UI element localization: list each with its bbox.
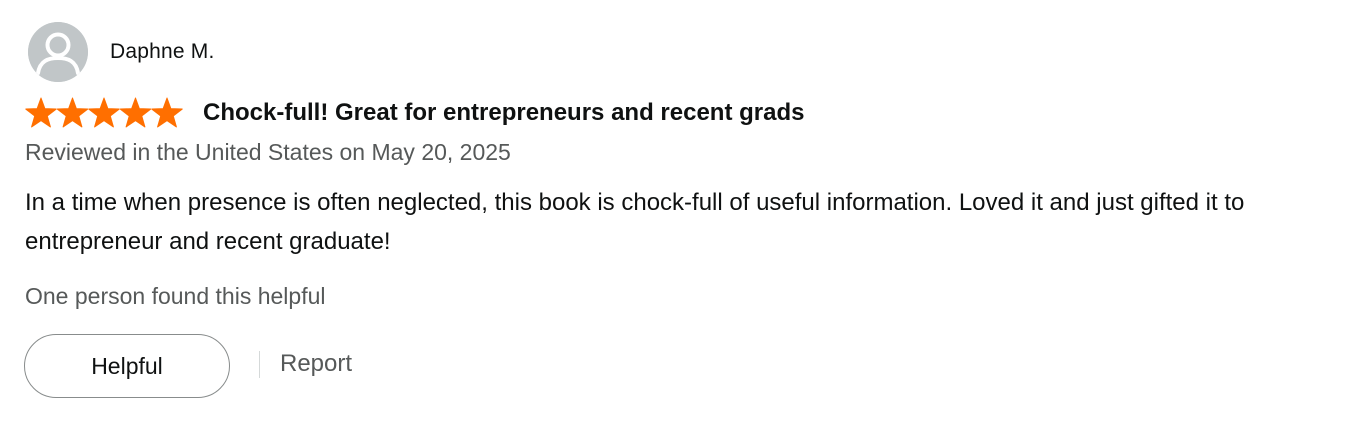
- reviewer-name: Daphne M.: [110, 40, 215, 63]
- review-date: Reviewed in the United States on May 20,…: [25, 139, 511, 165]
- star-icon: [151, 97, 183, 128]
- star-icon: [119, 97, 152, 128]
- customer-review: Daphne M. Chock-full! Great for entrepre…: [0, 0, 1364, 438]
- review-title[interactable]: Chock-full! Great for entrepreneurs and …: [203, 99, 804, 127]
- star-icon: [25, 97, 57, 128]
- star-icon: [56, 97, 89, 128]
- action-divider: [259, 351, 260, 378]
- helpful-button[interactable]: Helpful: [24, 334, 230, 398]
- reviewer-profile[interactable]: Daphne M.: [28, 22, 215, 82]
- star-rating[interactable]: [25, 97, 183, 129]
- helpful-count: One person found this helpful: [25, 283, 326, 309]
- review-title-row: Chock-full! Great for entrepreneurs and …: [25, 96, 804, 130]
- review-body: In a time when presence is often neglect…: [25, 189, 1245, 255]
- report-link[interactable]: Report: [280, 350, 352, 378]
- user-silhouette-icon: [28, 22, 88, 82]
- star-icon: [88, 97, 120, 128]
